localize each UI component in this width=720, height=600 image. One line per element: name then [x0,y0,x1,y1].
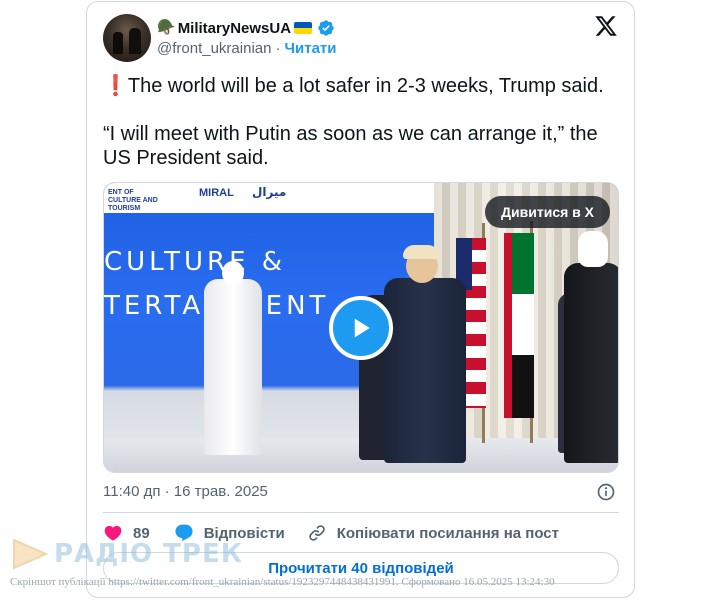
screenshot-footer-note: Скріншот публікації https://twitter.com/… [10,576,555,588]
verified-badge-icon [318,20,334,36]
author-name-row[interactable]: 🪖 MilitaryNewsUA [157,17,335,39]
x-logo-icon[interactable] [594,14,618,38]
author-avatar[interactable] [103,14,151,62]
tweet-timestamp[interactable]: 11:40 дп · 16 трав. 2025 [103,483,268,500]
exclamation-emoji-icon: ❗ [103,75,128,97]
info-icon[interactable] [596,482,616,502]
author-name[interactable]: MilitaryNewsUA [178,20,291,37]
ukraine-flag-icon [294,22,313,34]
radio-trek-watermark: РАДІО ТРЕК [10,537,243,571]
banner-arabic-text: ميرال [252,185,287,199]
link-icon [308,525,325,541]
banner-left-text: ENT OF CULTURE AND TOURISM [108,189,158,212]
tweet-text: ❗The world will be a lot safer in 2-3 we… [103,74,623,170]
watch-on-x-button[interactable]: Дивитися в X [485,196,610,228]
person-center [384,278,466,463]
video-media[interactable]: ENT OF CULTURE AND TOURISM MIRAL ميرال C… [103,182,619,473]
watermark-wordmark: РАДІО ТРЕК [54,539,243,569]
copy-link-button[interactable]: Копіювати посилання на пост [307,523,559,543]
play-button[interactable] [329,296,393,360]
wall-text-culture: CULTURE & [104,247,287,277]
separator-dot: · [275,40,281,57]
person-right [564,263,618,463]
divider [103,512,619,513]
play-triangle-logo-icon [13,538,49,570]
play-icon [354,318,370,338]
banner-brand-text: MIRAL [199,187,234,199]
copy-link-label: Копіювати посилання на пост [336,524,559,542]
follow-link[interactable]: Читати [284,40,336,57]
event-banner: ENT OF CULTURE AND TOURISM MIRAL ميرال [104,183,434,213]
tweet-text-line2: “I will meet with Putin as soon as we ca… [103,123,598,169]
tweet-card: 🪖 MilitaryNewsUA @front_ukrainian · Чита… [86,1,635,598]
author-handle[interactable]: @front_ukrainian [157,40,271,57]
helmet-emoji-icon: 🪖 [157,19,176,36]
author-handle-row: @front_ukrainian · Читати [157,40,337,57]
tweet-text-line1: ❗The world will be a lot safer in 2-3 we… [103,75,604,97]
person-white-robe [204,279,262,455]
